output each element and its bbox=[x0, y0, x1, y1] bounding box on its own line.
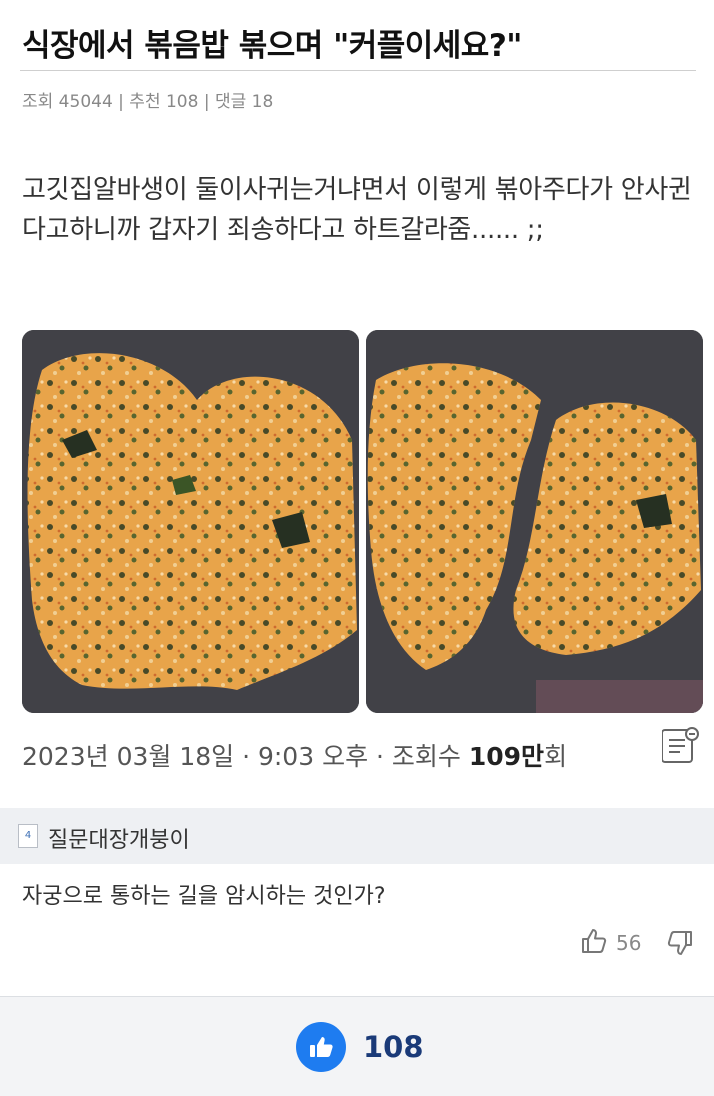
comment-nickname[interactable]: 질문대장개붕이 bbox=[48, 822, 190, 854]
post-meta: 조회 45044 | 추천 108 | 댓글 18 bbox=[22, 92, 274, 112]
comment-header: 4 질문대장개붕이 bbox=[0, 808, 714, 864]
post-body: 고깃집알바생이 둘이사귀는거냐면서 이렇게 볶아주다가 안사귄다고하니까 갑자기… bbox=[22, 175, 692, 245]
title-divider bbox=[20, 70, 696, 71]
embedded-date: 2023년 03월 18일 · 9:03 오후 · 조회수 bbox=[22, 742, 469, 771]
photo-heart-rice bbox=[22, 330, 359, 713]
user-level-icon: 4 bbox=[18, 824, 38, 848]
memo-icon[interactable] bbox=[662, 726, 700, 766]
embedded-views-number: 109 bbox=[468, 742, 522, 771]
like-icon bbox=[310, 1037, 333, 1057]
embedded-post-footer: 2023년 03월 18일 · 9:03 오후 · 조회수 109만회 bbox=[22, 737, 567, 773]
thumb-down-icon[interactable] bbox=[666, 929, 694, 957]
embedded-views-suffix: 회 bbox=[544, 742, 568, 771]
comment-text: 자궁으로 통하는 길을 암시하는 것인가? bbox=[22, 884, 386, 909]
photo-split-heart-rice bbox=[366, 330, 703, 713]
recommend-count: 108 bbox=[363, 1030, 424, 1064]
comment-like-count: 56 bbox=[616, 931, 642, 955]
embedded-views-unit: 만 bbox=[521, 742, 545, 771]
recommend-button[interactable] bbox=[296, 1022, 346, 1072]
recommend-bar: 108 bbox=[0, 996, 714, 1096]
thumb-up-icon[interactable] bbox=[580, 927, 608, 955]
post-title: 식장에서 볶음밥 볶으며 "커플이세요?" bbox=[22, 28, 522, 64]
